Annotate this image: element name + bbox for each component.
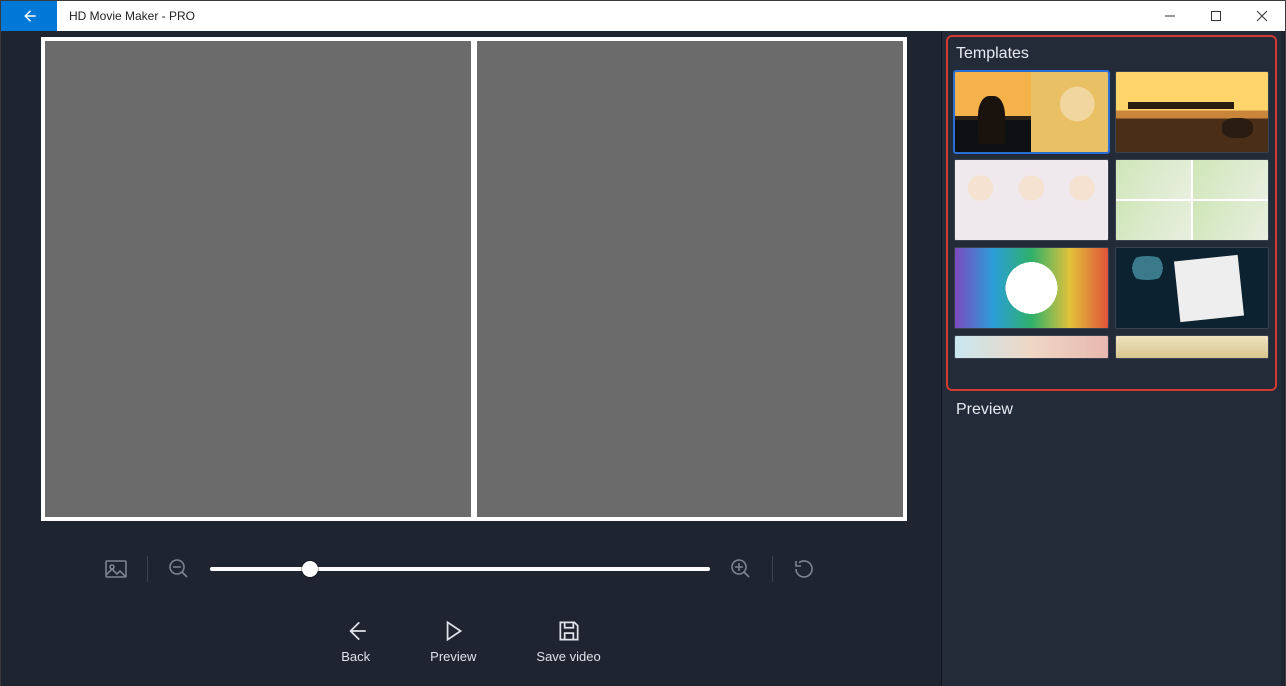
play-icon <box>440 618 466 644</box>
template-item[interactable] <box>1115 159 1270 241</box>
action-bar: Back Preview Save video <box>1 599 941 681</box>
window-close-button[interactable] <box>1239 1 1285 31</box>
template-item[interactable] <box>954 247 1109 329</box>
template-item[interactable] <box>1115 335 1270 359</box>
canvas-frame[interactable] <box>41 37 907 521</box>
title-bar: HD Movie Maker - PRO <box>1 1 1285 31</box>
canvas-slot-right[interactable] <box>477 41 903 517</box>
app-title: HD Movie Maker - PRO <box>57 1 207 31</box>
back-label: Back <box>341 649 370 664</box>
zoom-slider-thumb[interactable] <box>302 561 318 577</box>
save-icon <box>556 618 582 644</box>
arrow-left-icon <box>20 7 38 25</box>
save-label: Save video <box>536 649 600 664</box>
reset-icon <box>792 557 816 581</box>
template-item[interactable] <box>1115 247 1270 329</box>
reset-view-button[interactable] <box>789 554 819 584</box>
templates-panel: Templates <box>946 35 1277 391</box>
back-button[interactable]: Back <box>341 617 370 664</box>
zoom-out-button[interactable] <box>164 554 194 584</box>
main-area: Back Preview Save video Templates <box>1 31 1285 686</box>
template-item[interactable] <box>954 159 1109 241</box>
divider <box>147 556 148 582</box>
image-icon <box>101 554 131 584</box>
zoom-out-icon <box>167 557 191 581</box>
window-maximize-button[interactable] <box>1193 1 1239 31</box>
maximize-icon <box>1210 10 1222 22</box>
template-item[interactable] <box>1115 71 1270 153</box>
right-column: Templates Preview <box>941 31 1281 686</box>
center-column: Back Preview Save video <box>1 31 941 686</box>
canvas-area <box>1 31 941 539</box>
zoom-toolbar <box>1 539 941 599</box>
zoom-slider[interactable] <box>210 567 710 571</box>
close-icon <box>1256 10 1268 22</box>
preview-title: Preview <box>956 401 1267 419</box>
titlebar-back-button[interactable] <box>1 1 57 31</box>
window-minimize-button[interactable] <box>1147 1 1193 31</box>
minimize-icon <box>1164 10 1176 22</box>
save-video-button[interactable]: Save video <box>536 617 600 664</box>
templates-grid <box>954 71 1269 359</box>
zoom-in-icon <box>729 557 753 581</box>
preview-panel: Preview <box>942 391 1281 429</box>
preview-label: Preview <box>430 649 476 664</box>
template-item[interactable] <box>954 335 1109 359</box>
divider <box>772 556 773 582</box>
zoom-in-button[interactable] <box>726 554 756 584</box>
canvas-slot-left[interactable] <box>45 41 471 517</box>
preview-button[interactable]: Preview <box>430 617 476 664</box>
templates-title: Templates <box>956 45 1267 63</box>
template-item[interactable] <box>954 71 1109 153</box>
titlebar-spacer <box>207 1 1147 31</box>
arrow-left-icon <box>343 618 369 644</box>
